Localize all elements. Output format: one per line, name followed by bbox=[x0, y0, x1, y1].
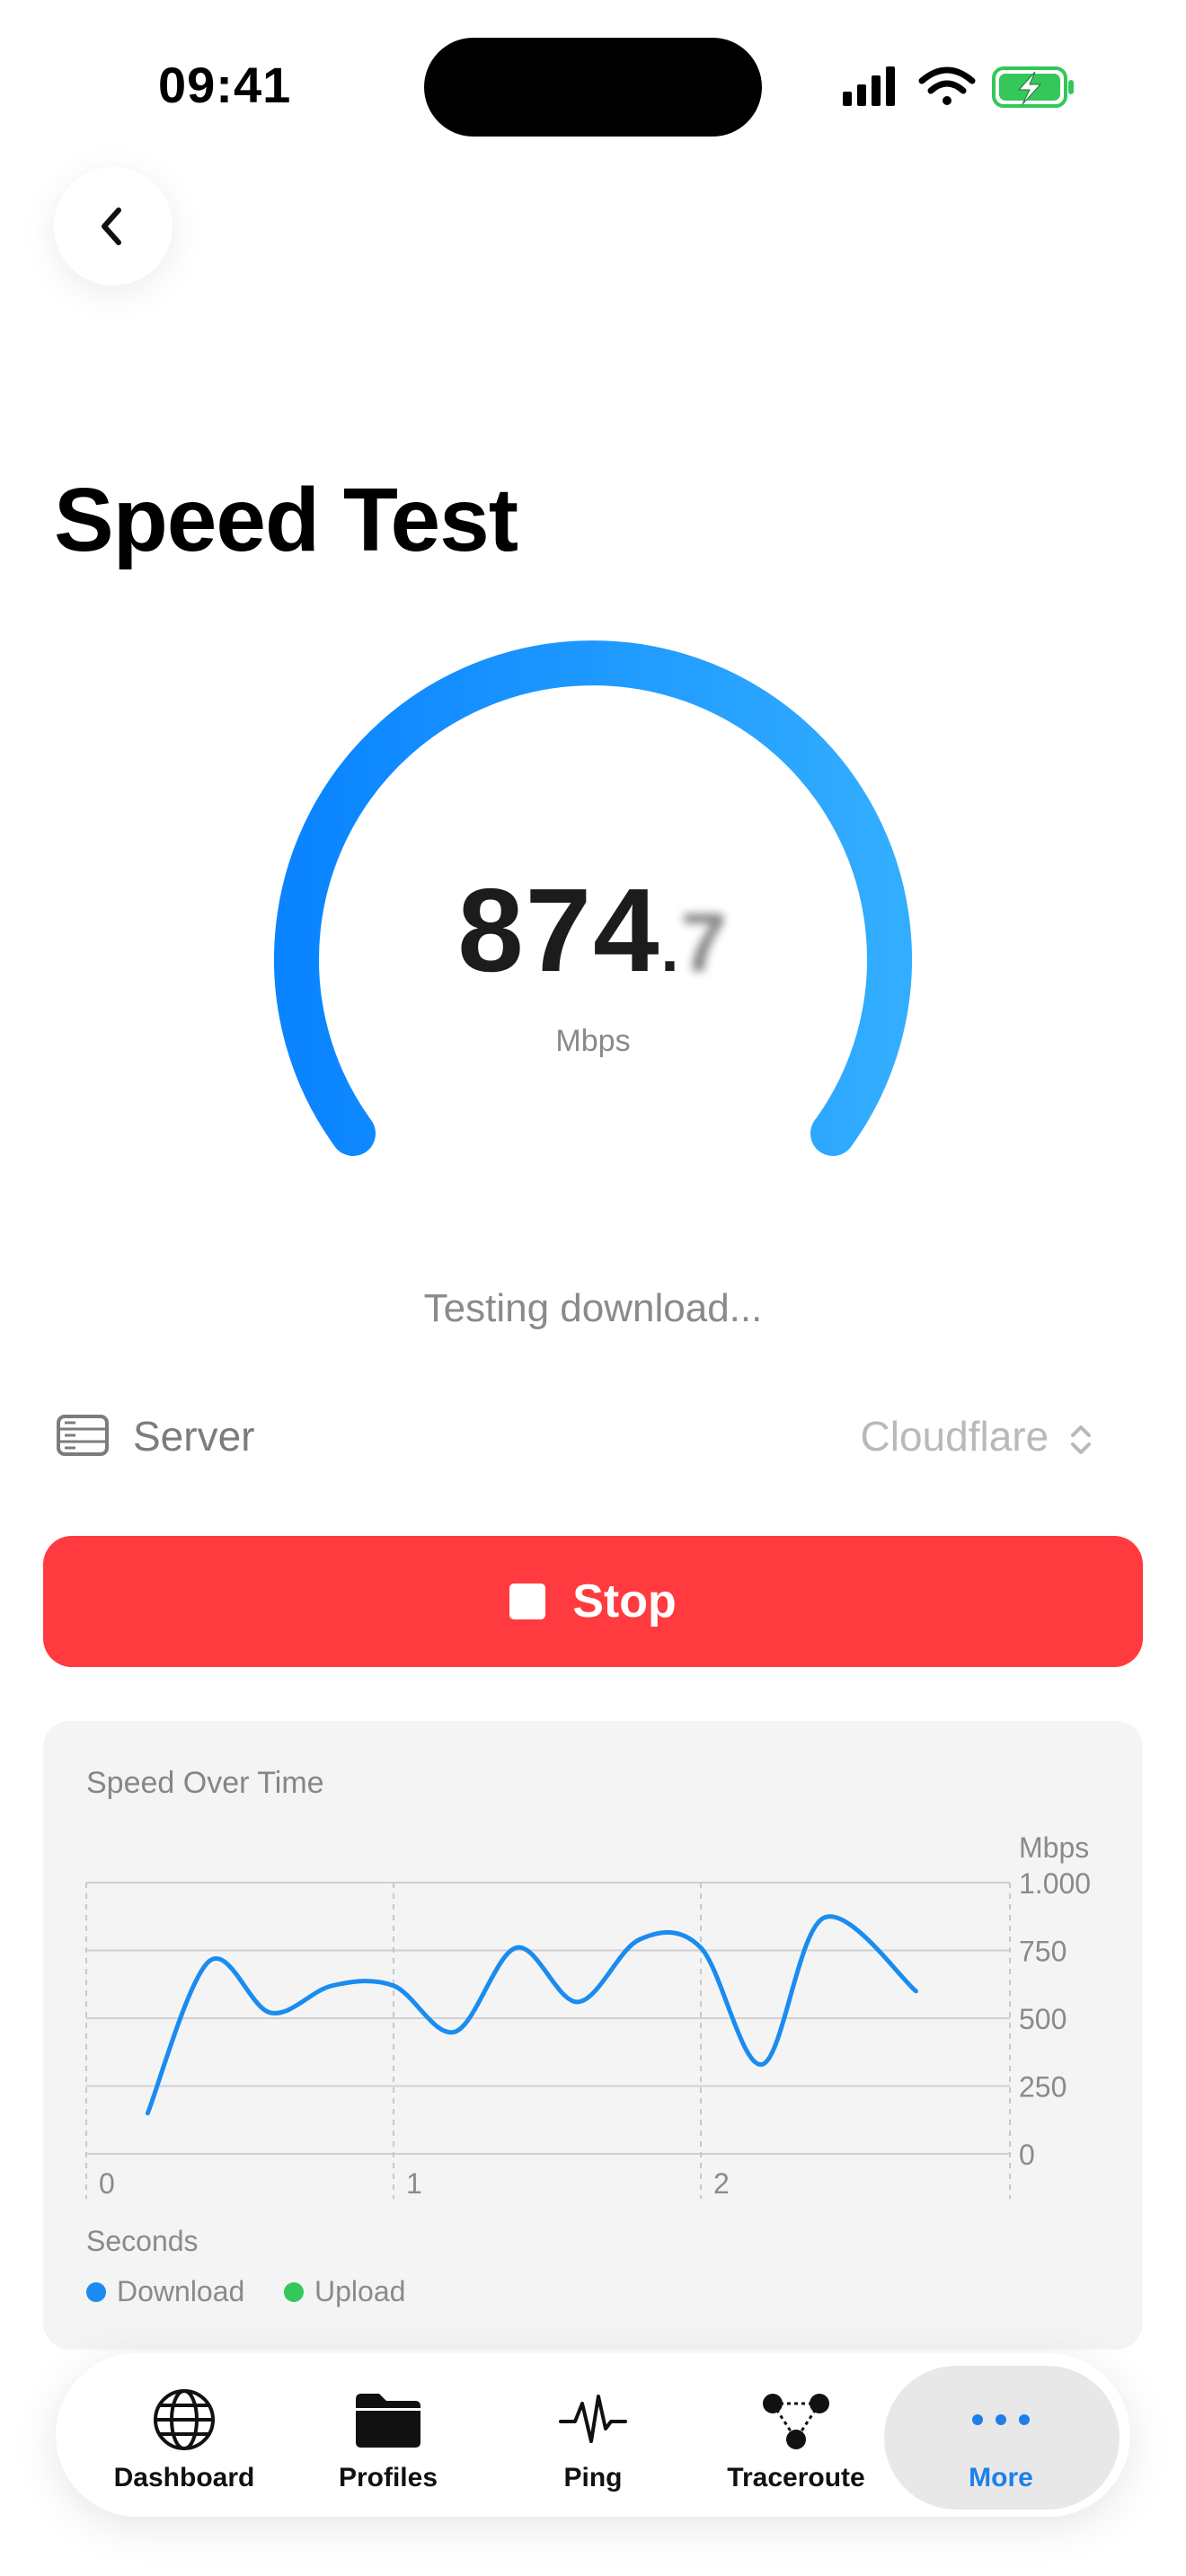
tab-profiles[interactable]: Profiles bbox=[289, 2371, 487, 2506]
more-dots-icon bbox=[972, 2414, 1030, 2425]
series-line-download bbox=[145, 1914, 918, 2116]
legend-download-label: Download bbox=[117, 2275, 245, 2307]
tab-label: Profiles bbox=[338, 2463, 438, 2492]
tab-label: Ping bbox=[563, 2463, 623, 2492]
y-tick-label: 750 bbox=[1019, 1936, 1067, 1968]
legend-upload-label: Upload bbox=[314, 2275, 406, 2307]
speed-over-time-chart: 1.000 750 500 250 0 Mbps 0 1 2 Seconds bbox=[85, 1831, 1091, 2257]
y-tick-label: 500 bbox=[1019, 2003, 1067, 2035]
y-tick-label: 250 bbox=[1019, 2071, 1067, 2104]
globe-icon bbox=[154, 2389, 215, 2450]
upload-legend-dot bbox=[284, 2281, 304, 2302]
x-tick-label: 0 bbox=[99, 2167, 115, 2200]
tab-traceroute[interactable]: Traceroute bbox=[697, 2371, 895, 2506]
legend-download: Download bbox=[86, 2275, 244, 2308]
download-legend-dot bbox=[86, 2281, 106, 2302]
y-tick-label: 0 bbox=[1019, 2139, 1035, 2171]
tab-dashboard[interactable]: Dashboard bbox=[85, 2371, 283, 2506]
tab-more[interactable]: More bbox=[902, 2371, 1100, 2506]
folder-icon bbox=[356, 2394, 420, 2448]
legend-upload: Upload bbox=[284, 2275, 405, 2308]
pulse-icon bbox=[559, 2395, 627, 2443]
tab-ping[interactable]: Ping bbox=[494, 2371, 692, 2506]
tab-label: More bbox=[969, 2463, 1033, 2492]
x-tick-label: 2 bbox=[713, 2167, 730, 2200]
network-icon bbox=[763, 2394, 829, 2449]
x-axis-label: Seconds bbox=[86, 2225, 199, 2257]
y-tick-label: 1.000 bbox=[1019, 1867, 1091, 1900]
tab-label: Traceroute bbox=[727, 2463, 865, 2492]
y-axis-label: Mbps bbox=[1019, 1831, 1089, 1864]
x-tick-label: 1 bbox=[406, 2167, 422, 2200]
tab-label: Dashboard bbox=[113, 2463, 255, 2492]
